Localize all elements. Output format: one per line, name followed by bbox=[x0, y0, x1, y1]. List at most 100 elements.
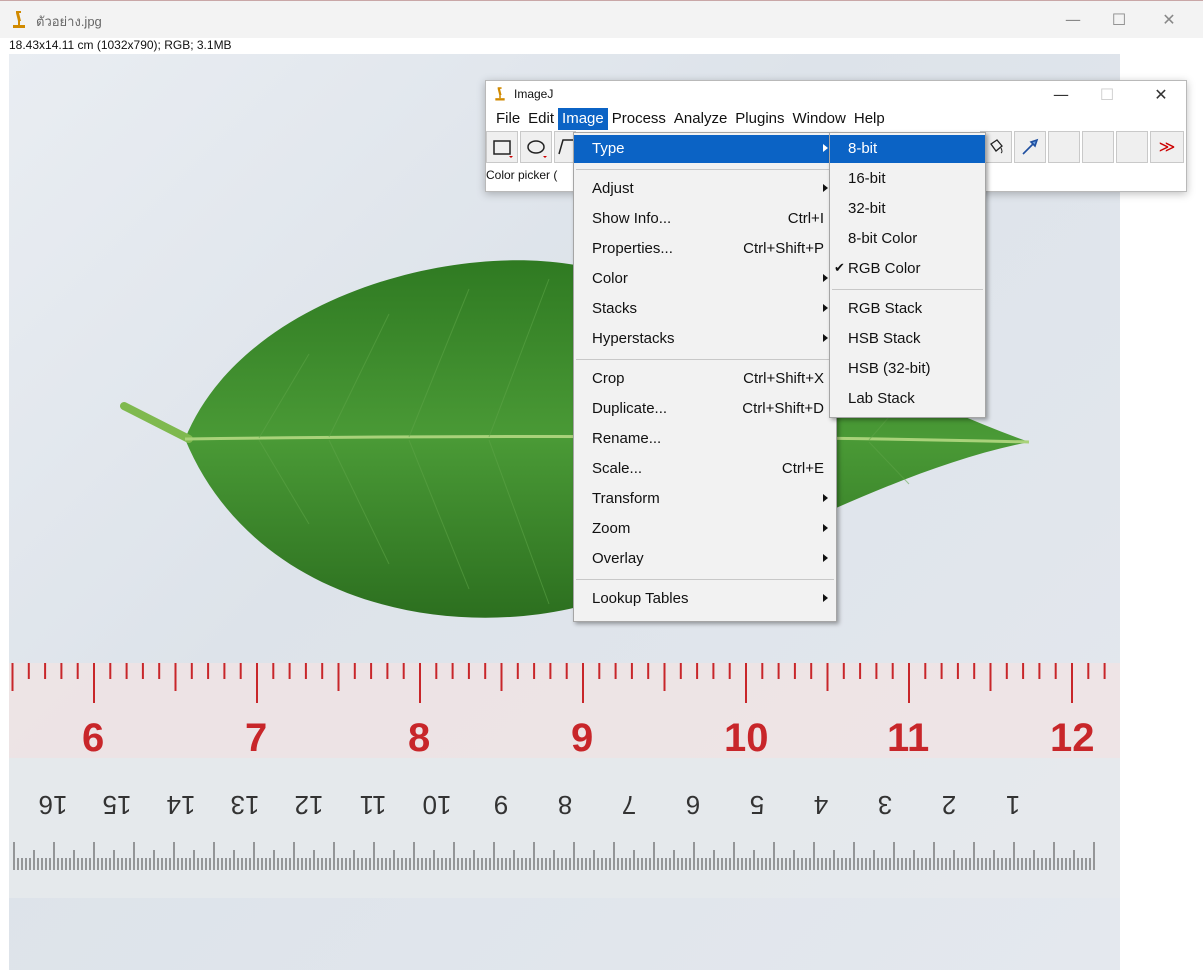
menu-item-shortcut: Ctrl+Shift+D bbox=[742, 400, 824, 417]
imagej-maximize-button[interactable]: ☐ bbox=[1084, 81, 1130, 107]
submenu-arrow-icon bbox=[823, 594, 828, 602]
menu-help[interactable]: Help bbox=[850, 108, 889, 130]
color-picker-tool[interactable] bbox=[1014, 131, 1046, 163]
status-bar: Color picker ( bbox=[486, 168, 558, 182]
menu-separator bbox=[576, 359, 834, 360]
ruler-inch-label: 16 bbox=[39, 790, 68, 820]
ruler-inch-label: 15 bbox=[103, 790, 132, 820]
type-menu-item-lab-stack[interactable]: Lab Stack bbox=[830, 385, 985, 413]
custom-tool-3[interactable] bbox=[1116, 131, 1148, 163]
submenu-arrow-icon bbox=[823, 144, 828, 152]
menu-item-shortcut: Ctrl+E bbox=[781, 460, 824, 477]
ruler-cm-label: 12 bbox=[1050, 716, 1095, 758]
image-menu-item-stacks[interactable]: Stacks bbox=[574, 295, 836, 323]
maximize-button[interactable]: ☐ bbox=[1096, 5, 1142, 33]
ruler-inch-label: 9 bbox=[494, 790, 508, 820]
image-menu-item-duplicate[interactable]: Duplicate... Ctrl+Shift+D bbox=[574, 395, 836, 423]
image-menu-item-properties[interactable]: Properties... Ctrl+Shift+P bbox=[574, 235, 836, 263]
ruler-inch-label: 12 bbox=[295, 790, 324, 820]
window-title-bar: ตัวอย่าง.jpg — ☐ ✕ bbox=[0, 0, 1203, 38]
custom-tool-1[interactable] bbox=[1048, 131, 1080, 163]
menu-file[interactable]: File bbox=[492, 108, 524, 130]
close-icon: ✕ bbox=[1162, 9, 1176, 29]
ruler-inch-label: 7 bbox=[622, 790, 636, 820]
menu-item-label: Properties... bbox=[592, 240, 673, 257]
type-menu-item-rgb-stack[interactable]: RGB Stack bbox=[830, 295, 985, 323]
image-menu-dropdown: Type Adjust Show Info... Ctrl+I Properties..… bbox=[573, 132, 837, 622]
image-menu-item-crop[interactable]: Crop Ctrl+Shift+X bbox=[574, 365, 836, 393]
polygon-icon bbox=[558, 139, 573, 155]
oval-tool[interactable] bbox=[520, 131, 552, 163]
custom-tool-2[interactable] bbox=[1082, 131, 1114, 163]
menu-analyze[interactable]: Analyze bbox=[670, 108, 731, 130]
eyedropper-icon bbox=[1022, 138, 1039, 155]
more-tools-button[interactable]: ≫ bbox=[1150, 131, 1184, 163]
type-menu-item-8-bit-color[interactable]: 8-bit Color bbox=[830, 225, 985, 253]
type-menu-item-hsb-stack[interactable]: HSB Stack bbox=[830, 325, 985, 353]
image-menu-item-adjust[interactable]: Adjust bbox=[574, 175, 836, 203]
submenu-arrow-icon bbox=[823, 184, 828, 192]
menu-image[interactable]: Image bbox=[558, 108, 608, 130]
menu-item-label: RGB Color bbox=[848, 260, 921, 277]
close-button[interactable]: ✕ bbox=[1146, 5, 1192, 33]
menu-item-label: Rename... bbox=[592, 430, 662, 447]
type-menu-item-hsb-32-bit[interactable]: HSB (32-bit) bbox=[830, 355, 985, 383]
ruler-inch-label: 11 bbox=[360, 790, 387, 820]
ruler-cm-label: 9 bbox=[571, 716, 593, 758]
menu-process[interactable]: Process bbox=[608, 108, 670, 130]
close-icon: ✕ bbox=[1154, 84, 1168, 104]
menu-item-label: Show Info... bbox=[592, 210, 672, 227]
maximize-icon: ☐ bbox=[1099, 84, 1115, 104]
menu-item-label: HSB Stack bbox=[848, 330, 921, 347]
ruler-cm-label: 8 bbox=[408, 716, 430, 758]
maximize-icon: ☐ bbox=[1111, 9, 1127, 29]
submenu-arrow-icon bbox=[823, 524, 828, 532]
menu-item-label: 8-bit bbox=[848, 140, 878, 157]
imagej-microscope-icon bbox=[495, 87, 505, 101]
menu-item-label: Lab Stack bbox=[848, 390, 915, 407]
imagej-menubar: File Edit Image Process Analyze Plugins Window… bbox=[486, 108, 1186, 130]
image-menu-item-rename[interactable]: Rename... bbox=[574, 425, 836, 453]
menu-edit[interactable]: Edit bbox=[524, 108, 558, 130]
menu-item-label: HSB (32-bit) bbox=[848, 360, 931, 377]
type-menu-item-8-bit[interactable]: 8-bit bbox=[830, 135, 985, 163]
submenu-arrow-icon bbox=[823, 334, 828, 342]
image-menu-item-transform[interactable]: Transform bbox=[574, 485, 836, 513]
imagej-minimize-button[interactable]: — bbox=[1038, 81, 1084, 107]
ruler-inch-label: 1 bbox=[1006, 790, 1020, 820]
image-menu-item-zoom[interactable]: Zoom bbox=[574, 515, 836, 543]
image-menu-item-color[interactable]: Color bbox=[574, 265, 836, 293]
submenu-arrow-icon bbox=[823, 274, 828, 282]
ruler-inch-label: 6 bbox=[686, 790, 700, 820]
minimize-button[interactable]: — bbox=[1050, 5, 1096, 33]
rectangle-tool[interactable] bbox=[486, 131, 518, 163]
image-menu-item-overlay[interactable]: Overlay bbox=[574, 545, 836, 573]
menu-item-label: Scale... bbox=[592, 460, 643, 477]
image-menu-item-scale[interactable]: Scale... Ctrl+E bbox=[574, 455, 836, 483]
ruler-cm-label: 11 bbox=[887, 716, 929, 758]
imagej-title-bar: ImageJ — ☐ ✕ bbox=[486, 81, 1186, 107]
image-menu-item-lookup-tables[interactable]: Lookup Tables bbox=[574, 585, 836, 613]
menu-item-label: 32-bit bbox=[848, 200, 886, 217]
submenu-arrow-icon bbox=[823, 554, 828, 562]
type-menu-item-16-bit[interactable]: 16-bit bbox=[830, 165, 985, 193]
type-menu-item-rgb-color[interactable]: ✔ RGB Color bbox=[830, 255, 985, 283]
imagej-close-button[interactable]: ✕ bbox=[1138, 81, 1184, 107]
image-menu-item-type[interactable]: Type bbox=[574, 135, 836, 163]
ruler-inch-scale: 16 15 14 13 12 11 10 9 8 7 6 5 4 3 2 1 bbox=[9, 758, 1120, 898]
menu-item-label: Lookup Tables bbox=[592, 590, 689, 607]
menu-plugins[interactable]: Plugins bbox=[731, 108, 788, 130]
type-menu-item-32-bit[interactable]: 32-bit bbox=[830, 195, 985, 223]
ruler-inch-label: 14 bbox=[167, 790, 196, 820]
imagej-microscope-icon bbox=[13, 11, 25, 28]
window-title: ตัวอย่าง.jpg bbox=[36, 14, 102, 29]
menu-window[interactable]: Window bbox=[789, 108, 850, 130]
bucket-icon bbox=[990, 139, 1003, 154]
ruler-cm-label: 7 bbox=[245, 716, 267, 758]
imagej-title: ImageJ bbox=[514, 87, 554, 101]
image-menu-item-hyperstacks[interactable]: Hyperstacks bbox=[574, 325, 836, 353]
menu-separator bbox=[576, 169, 834, 170]
menu-item-label: 8-bit Color bbox=[848, 230, 918, 247]
menu-item-label: Color bbox=[592, 270, 628, 287]
image-menu-item-show-info[interactable]: Show Info... Ctrl+I bbox=[574, 205, 836, 233]
